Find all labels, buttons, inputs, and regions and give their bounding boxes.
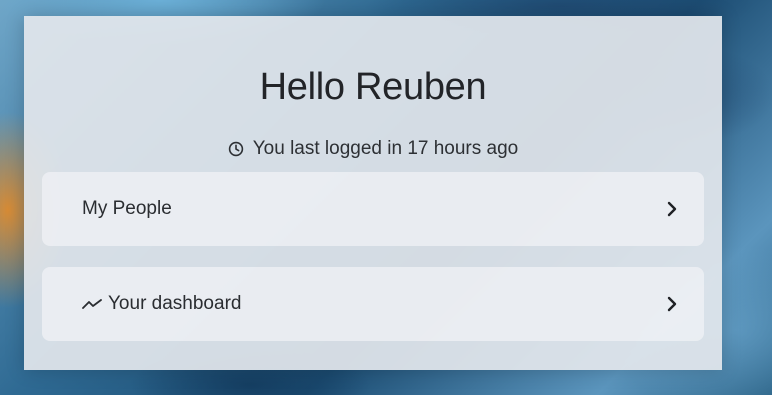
last-login-text: You last logged in 17 hours ago [252,138,519,159]
last-login-status: You last logged in 17 hours ago [24,138,722,160]
nav-item-my-people[interactable]: My People [42,172,704,246]
welcome-card: Hello Reuben You last logged in 17 hours… [24,16,722,370]
nav-item-label: My People [82,198,172,219]
chevron-right-icon [667,201,677,217]
nav-item-label: Your dashboard [108,293,242,314]
clock-icon [228,141,243,157]
nav-item-your-dashboard[interactable]: Your dashboard [42,267,704,341]
greeting-title: Hello Reuben [259,66,487,108]
chevron-right-icon [667,296,677,312]
trend-line-icon [82,299,102,309]
